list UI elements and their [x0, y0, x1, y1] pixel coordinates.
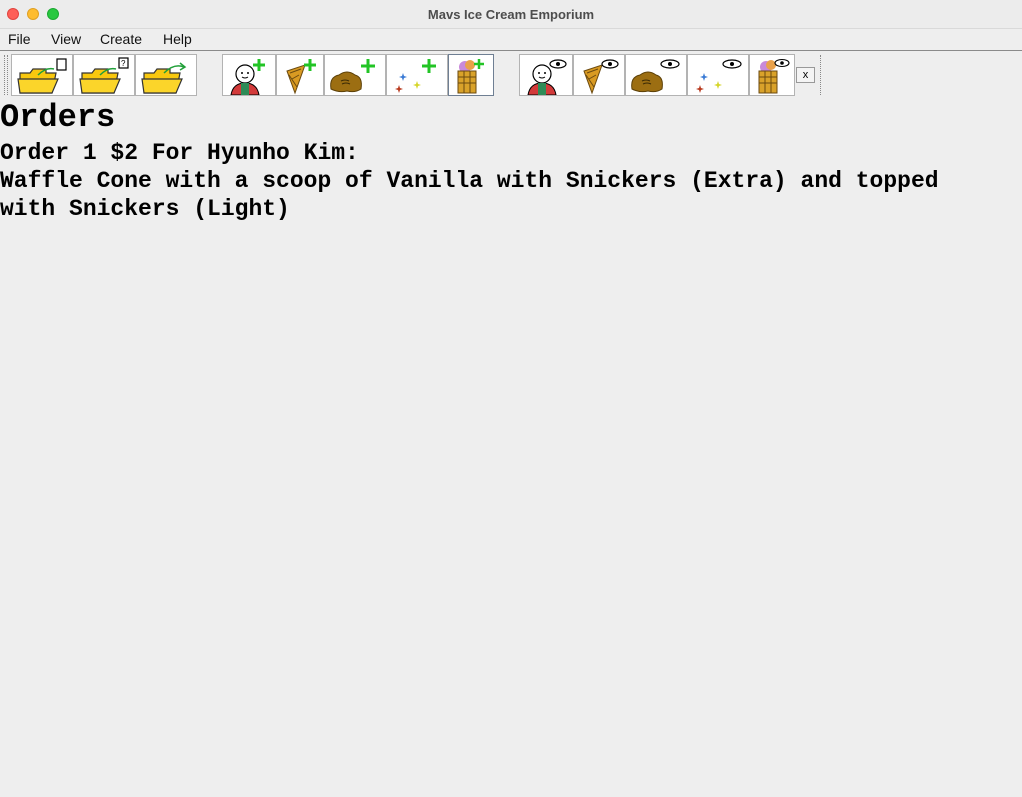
save-file-button[interactable] [135, 54, 197, 96]
menu-create[interactable]: Create [100, 31, 142, 47]
toolbar-separator [820, 55, 822, 95]
menu-file[interactable]: File [8, 31, 31, 47]
add-order-icon [457, 59, 484, 94]
new-file-button[interactable] [11, 54, 73, 96]
view-orders-icon [758, 58, 790, 94]
menu-bar: File View Create Help [0, 29, 1022, 51]
view-mix-ins-icon [696, 59, 742, 93]
add-container-button[interactable] [276, 54, 324, 96]
menu-view[interactable]: View [51, 31, 81, 47]
view-containers-button[interactable] [573, 54, 625, 96]
new-file-icon [17, 58, 67, 94]
order-summary: Order 1 $2 For Hyunho Kim: [0, 140, 359, 166]
add-mix-in-button[interactable] [386, 54, 448, 96]
save-file-icon [141, 62, 187, 94]
title-bar: Mavs Ice Cream Emporium [0, 0, 1022, 29]
view-orders-button[interactable] [749, 54, 795, 96]
order-detail-line: Waffle Cone with a scoop of Vanilla with… [0, 168, 939, 194]
view-mix-ins-button[interactable] [687, 54, 749, 96]
svg-text:?: ? [121, 59, 126, 68]
add-order-button[interactable] [448, 54, 494, 96]
order-detail-line: with Snickers (Light) [0, 196, 290, 222]
view-containers-icon [583, 59, 619, 95]
open-file-icon: ? [79, 57, 129, 94]
add-container-icon [286, 59, 316, 95]
view-ice-cream-flavors-button[interactable] [625, 54, 687, 96]
toolbar-grip[interactable] [4, 55, 6, 95]
window-title: Mavs Ice Cream Emporium [427, 7, 595, 22]
toolbar-grip[interactable] [7, 55, 9, 95]
add-customer-icon [230, 59, 265, 95]
view-ice-cream-flavors-icon [631, 59, 680, 93]
menu-help[interactable]: Help [163, 31, 192, 47]
add-ice-cream-flavor-button[interactable] [324, 54, 386, 96]
page-title: Orders [0, 99, 116, 136]
view-customers-button[interactable] [519, 54, 573, 96]
close-toolbar-button[interactable]: x [796, 67, 815, 83]
add-mix-in-icon [395, 59, 436, 93]
add-ice-cream-flavor-icon [330, 59, 375, 93]
toolbar: ? [0, 51, 1022, 99]
view-customers-icon [527, 59, 567, 95]
add-customer-button[interactable] [222, 54, 276, 96]
open-file-button[interactable]: ? [73, 54, 135, 96]
